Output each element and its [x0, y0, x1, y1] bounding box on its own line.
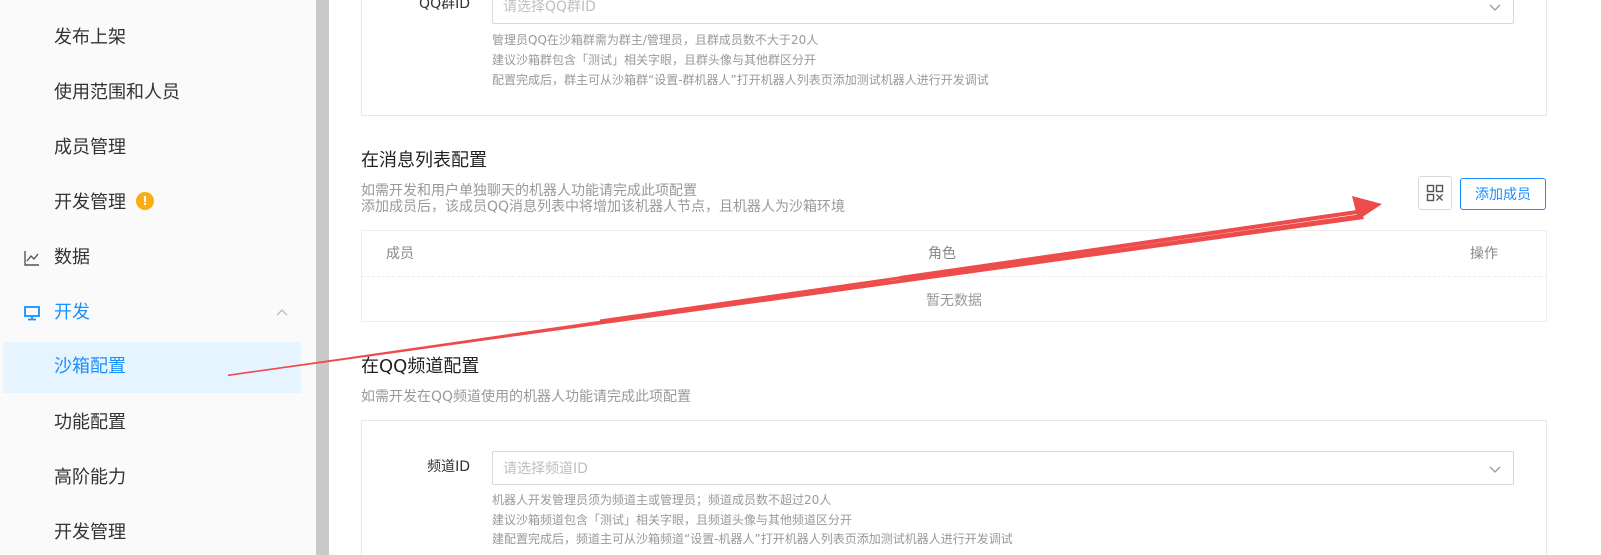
sidebar-group-develop[interactable]: 开发: [22, 301, 90, 325]
select-placeholder: 请选择频道ID: [503, 461, 588, 477]
warning-badge-icon: !: [136, 192, 154, 210]
sidebar-item-dev-management[interactable]: 开发管理!: [54, 191, 154, 215]
chevron-down-icon: [1489, 4, 1501, 11]
sidebar-item-feature-config[interactable]: 功能配置: [54, 411, 126, 435]
sidebar-item-label: 沙箱配置: [54, 356, 126, 377]
select-placeholder: 请选择QQ群ID: [503, 0, 596, 15]
message-list-section-title: 在消息列表配置: [361, 150, 487, 171]
channel-hint-1: 机器人开发管理员须为频道主或管理员；频道成员数不超过20人: [492, 493, 832, 507]
qq-group-id-label: QQ群ID: [419, 0, 470, 12]
sidebar: 发布上架 使用范围和人员 成员管理 开发管理! 数据 开发 沙箱配置 功能配置 …: [0, 0, 316, 555]
qr-code-icon: [1426, 184, 1444, 202]
sidebar-item-label: 开发管理: [54, 192, 126, 213]
channel-id-select[interactable]: 请选择频道ID: [492, 451, 1514, 485]
qq-group-hint-2: 建议沙箱群包含「测试」相关字眼，且群头像与其他群区分开: [492, 53, 817, 67]
sidebar-item-publish[interactable]: 发布上架: [54, 26, 126, 50]
qq-group-id-select[interactable]: 请选择QQ群ID: [492, 0, 1514, 24]
table-empty-text: 暂无数据: [926, 293, 982, 309]
scrollbar[interactable]: [316, 0, 329, 555]
sidebar-group-data[interactable]: 数据: [22, 246, 90, 270]
monitor-icon: [22, 303, 42, 323]
add-member-button[interactable]: 添加成员: [1460, 178, 1546, 210]
column-header-member: 成员: [386, 246, 414, 262]
qq-group-hint-3: 配置完成后，群主可从沙箱群“设置-群机器人”打开机器人列表页添加测试机器人进行开…: [492, 73, 989, 87]
sidebar-group-label: 数据: [54, 247, 90, 268]
message-list-desc-1: 如需开发和用户单独聊天的机器人功能请完成此项配置: [361, 183, 697, 199]
member-table: 成员 角色 操作 暂无数据: [361, 230, 1547, 322]
qr-code-button[interactable]: [1418, 176, 1452, 210]
sidebar-item-member-management[interactable]: 成员管理: [54, 136, 126, 160]
chevron-up-icon[interactable]: [274, 305, 290, 321]
channel-hint-3: 建配置完成后，频道主可从沙箱频道“设置-机器人”打开机器人列表页添加测试机器人进…: [492, 532, 1013, 546]
qq-group-hint-1: 管理员QQ在沙箱群需为群主/管理员，且群成员数不大于20人: [492, 33, 819, 47]
channel-section-title: 在QQ频道配置: [361, 356, 480, 377]
column-header-action: 操作: [1470, 246, 1498, 262]
table-header-divider: [362, 276, 1546, 277]
channel-card: 频道ID 请选择频道ID 机器人开发管理员须为频道主或管理员；频道成员数不超过2…: [361, 420, 1547, 555]
sidebar-item-sandbox-config[interactable]: 沙箱配置: [3, 342, 301, 393]
channel-section-desc: 如需开发在QQ频道使用的机器人功能请完成此项配置: [361, 389, 692, 405]
column-header-role: 角色: [928, 246, 956, 262]
sidebar-item-advanced-capabilities[interactable]: 高阶能力: [54, 466, 126, 490]
message-list-desc-2: 添加成员后，该成员QQ消息列表中将增加该机器人节点，且机器人为沙箱环境: [361, 199, 846, 215]
sidebar-group-label: 开发: [54, 302, 90, 323]
sidebar-item-scope-and-members[interactable]: 使用范围和人员: [54, 81, 180, 105]
chevron-down-icon: [1489, 466, 1501, 473]
channel-hint-2: 建议沙箱频道包含「测试」相关字眼，且频道头像与其他频道区分开: [492, 513, 853, 527]
line-chart-icon: [22, 248, 42, 268]
channel-id-label: 频道ID: [427, 459, 470, 475]
qq-group-card: QQ群ID 请选择QQ群ID 管理员QQ在沙箱群需为群主/管理员，且群成员数不大…: [361, 0, 1547, 116]
sidebar-item-dev-management-2[interactable]: 开发管理: [54, 521, 126, 545]
